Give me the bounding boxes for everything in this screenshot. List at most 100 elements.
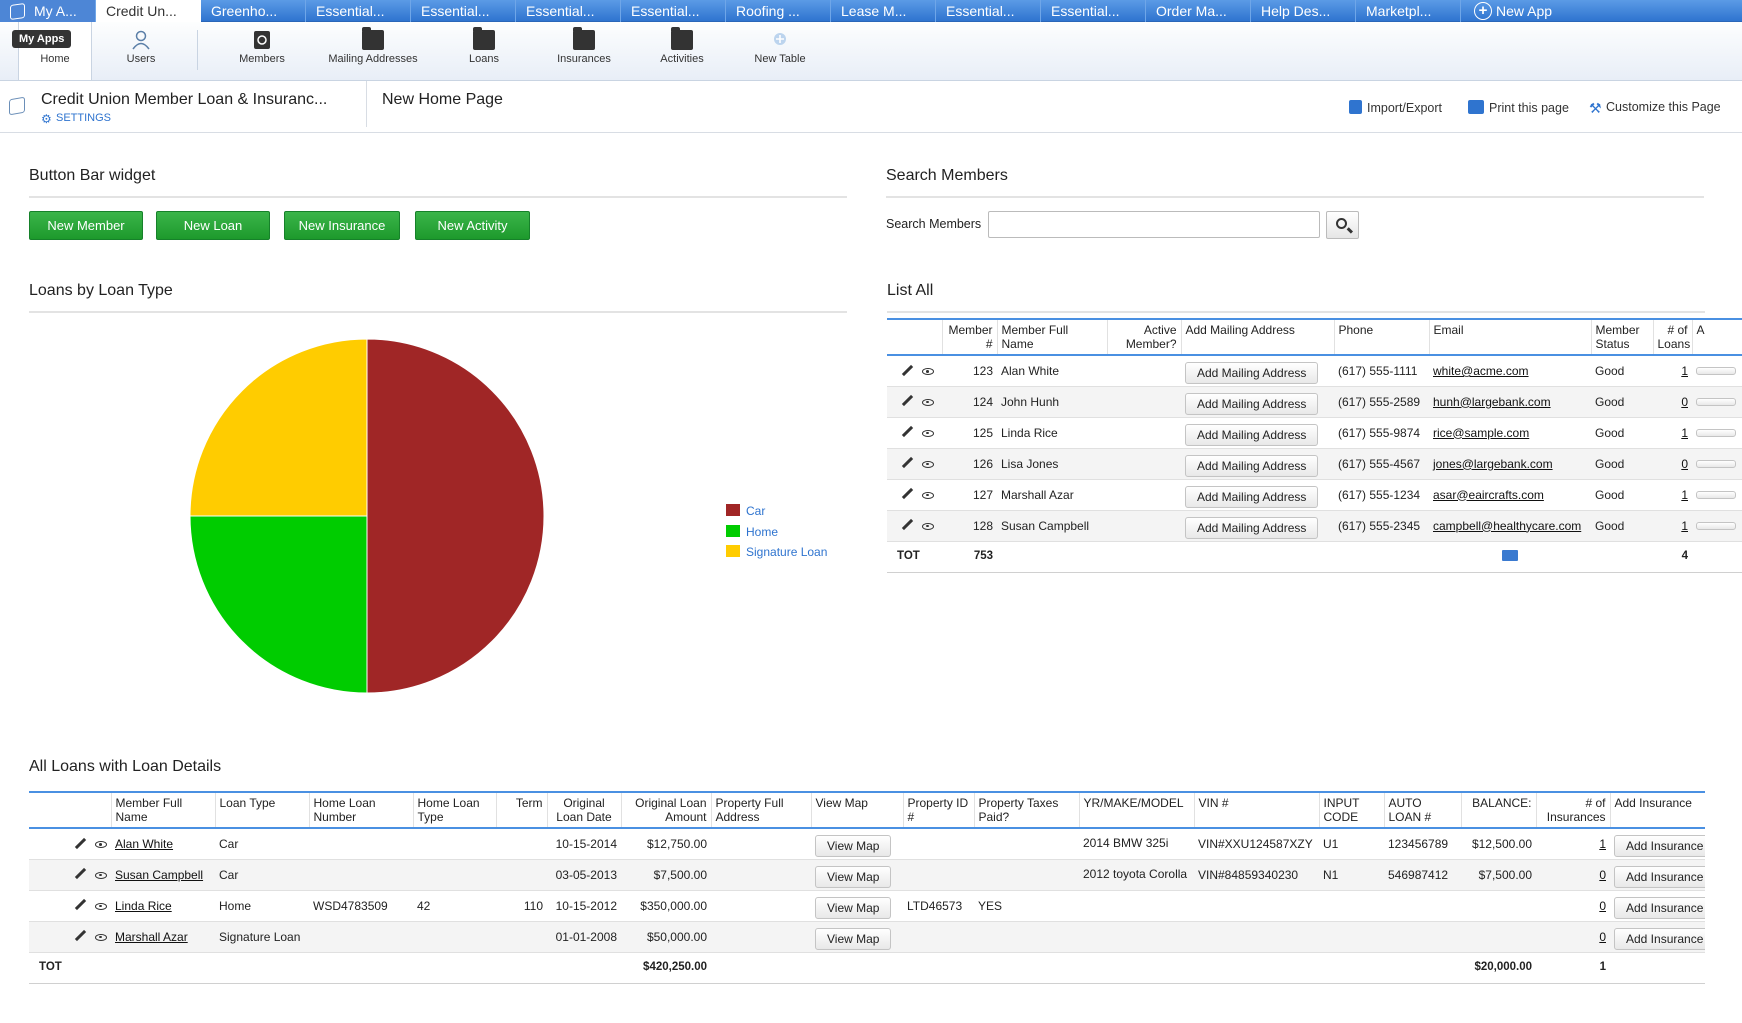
- toolbar-activities[interactable]: Activities: [642, 22, 722, 81]
- add-mailing-address-button[interactable]: Add Mailing Address: [1185, 454, 1319, 477]
- edit-icon[interactable]: [901, 364, 914, 376]
- loans-count-link[interactable]: 1: [1681, 519, 1688, 533]
- app-tab[interactable]: Order Ma...: [1146, 0, 1251, 22]
- app-tab[interactable]: Help Des...: [1251, 0, 1356, 22]
- edit-icon[interactable]: [74, 930, 87, 942]
- view-icon[interactable]: [95, 841, 107, 849]
- overflow-button[interactable]: [1696, 459, 1736, 468]
- app-tab[interactable]: Essential...: [1041, 0, 1146, 22]
- add-mailing-address-button[interactable]: Add Mailing Address: [1185, 392, 1319, 415]
- column-header[interactable]: Member Status: [1591, 319, 1654, 355]
- add-mailing-address-button[interactable]: Add Mailing Address: [1185, 423, 1319, 446]
- add-insurance-button[interactable]: Add Insurance: [1614, 896, 1705, 919]
- legend-item-signature-loan[interactable]: Signature Loan: [726, 545, 827, 559]
- email-link[interactable]: rice@sample.com: [1433, 426, 1529, 440]
- column-header[interactable]: # of Insurances: [1536, 792, 1611, 828]
- column-header[interactable]: View Map: [811, 792, 904, 828]
- column-header[interactable]: Add Mailing Address: [1181, 319, 1335, 355]
- column-header[interactable]: AUTO LOAN #: [1384, 792, 1462, 828]
- email-all-icon[interactable]: [1502, 549, 1518, 561]
- toolbar-members[interactable]: Members: [222, 22, 302, 81]
- add-mailing-address-button[interactable]: Add Mailing Address: [1185, 516, 1319, 539]
- view-icon[interactable]: [95, 902, 107, 910]
- email-link[interactable]: campbell@healthycare.com: [1433, 519, 1581, 533]
- overflow-button[interactable]: [1696, 397, 1736, 406]
- loans-count-link[interactable]: 0: [1681, 395, 1688, 409]
- pie-slice-home[interactable]: [189, 515, 368, 694]
- column-header[interactable]: VIN #: [1194, 792, 1320, 828]
- new-activity-button[interactable]: New Activity: [415, 211, 530, 240]
- add-insurance-button[interactable]: Add Insurance: [1614, 865, 1705, 888]
- insurances-count-link[interactable]: 0: [1599, 868, 1606, 882]
- view-icon[interactable]: [922, 460, 934, 468]
- edit-icon[interactable]: [901, 426, 914, 438]
- column-header[interactable]: Home Loan Number: [309, 792, 414, 828]
- email-link[interactable]: hunh@largebank.com: [1433, 395, 1551, 409]
- member-name-link[interactable]: Alan White: [115, 837, 173, 851]
- add-mailing-address-button[interactable]: Add Mailing Address: [1185, 485, 1319, 508]
- column-header[interactable]: YR/MAKE/MODEL: [1079, 792, 1195, 828]
- customize-page-link[interactable]: ⚒ Customize this Page: [1589, 100, 1721, 116]
- member-name-link[interactable]: Marshall Azar: [115, 930, 188, 944]
- toolbar-mailing-addresses[interactable]: Mailing Addresses: [318, 22, 428, 81]
- view-icon[interactable]: [922, 398, 934, 406]
- app-tab[interactable]: Essential...: [306, 0, 411, 22]
- add-insurance-button[interactable]: Add Insurance: [1614, 835, 1705, 857]
- column-header[interactable]: Property Taxes Paid?: [974, 792, 1080, 828]
- column-header[interactable]: # of Loans: [1653, 319, 1693, 355]
- loans-count-link[interactable]: 1: [1681, 364, 1688, 378]
- print-page-link[interactable]: Print this page: [1468, 100, 1569, 115]
- loans-count-link[interactable]: 0: [1681, 457, 1688, 471]
- search-button[interactable]: [1326, 211, 1359, 239]
- toolbar-insurances[interactable]: Insurances: [544, 22, 624, 81]
- insurances-count-link[interactable]: 0: [1599, 930, 1606, 944]
- column-header[interactable]: Email: [1429, 319, 1592, 355]
- column-header[interactable]: Property Full Address: [711, 792, 812, 828]
- column-header[interactable]: Term: [496, 792, 548, 828]
- view-icon[interactable]: [922, 368, 934, 376]
- column-header[interactable]: BALANCE:: [1461, 792, 1537, 828]
- app-tab[interactable]: Essential...: [936, 0, 1041, 22]
- view-map-button[interactable]: View Map: [815, 927, 892, 950]
- view-map-button[interactable]: View Map: [815, 835, 892, 857]
- edit-icon[interactable]: [901, 395, 914, 407]
- column-header[interactable]: Member #: [942, 319, 998, 355]
- overflow-button[interactable]: [1696, 428, 1736, 437]
- new-loan-button[interactable]: New Loan: [156, 211, 270, 240]
- toolbar-new-table[interactable]: New Table: [740, 22, 820, 81]
- column-header[interactable]: Home Loan Type: [413, 792, 497, 828]
- email-link[interactable]: jones@largebank.com: [1433, 457, 1553, 471]
- loans-count-link[interactable]: 1: [1681, 488, 1688, 502]
- edit-icon[interactable]: [901, 457, 914, 469]
- overflow-button[interactable]: [1696, 490, 1736, 499]
- column-header[interactable]: Phone: [1334, 319, 1430, 355]
- app-title[interactable]: Credit Union Member Loan & Insuranc...: [41, 91, 327, 109]
- app-tab-new-app[interactable]: + New App: [1466, 0, 1576, 22]
- column-header[interactable]: Loan Type: [215, 792, 310, 828]
- column-header[interactable]: Add Insurance: [1610, 792, 1705, 828]
- loans-count-link[interactable]: 1: [1681, 426, 1688, 440]
- edit-icon[interactable]: [74, 868, 87, 880]
- app-tab[interactable]: Essential...: [621, 0, 726, 22]
- member-name-link[interactable]: Susan Campbell: [115, 868, 203, 882]
- column-header[interactable]: A: [1692, 319, 1742, 355]
- pie-slice-signature-loan[interactable]: [189, 338, 368, 517]
- column-header[interactable]: INPUT CODE: [1319, 792, 1385, 828]
- toolbar-users[interactable]: Users: [104, 22, 178, 81]
- pie-slice-car[interactable]: [366, 338, 545, 694]
- app-tab[interactable]: Marketpl...: [1356, 0, 1461, 22]
- member-name-link[interactable]: Linda Rice: [115, 899, 172, 913]
- column-header[interactable]: Original Loan Date: [547, 792, 622, 828]
- insurances-count-link[interactable]: 0: [1599, 899, 1606, 913]
- view-map-button[interactable]: View Map: [815, 865, 892, 888]
- view-icon[interactable]: [922, 522, 934, 530]
- overflow-button[interactable]: [1696, 521, 1736, 530]
- import-export-link[interactable]: Import/Export: [1349, 100, 1442, 115]
- app-tab[interactable]: Essential...: [411, 0, 516, 22]
- edit-icon[interactable]: [74, 837, 87, 849]
- new-insurance-button[interactable]: New Insurance: [284, 211, 400, 240]
- legend-item-car[interactable]: Car: [726, 504, 765, 518]
- app-tab[interactable]: Roofing ...: [726, 0, 831, 22]
- app-tab-my-apps[interactable]: My A...: [0, 0, 96, 22]
- add-mailing-address-button[interactable]: Add Mailing Address: [1185, 362, 1319, 384]
